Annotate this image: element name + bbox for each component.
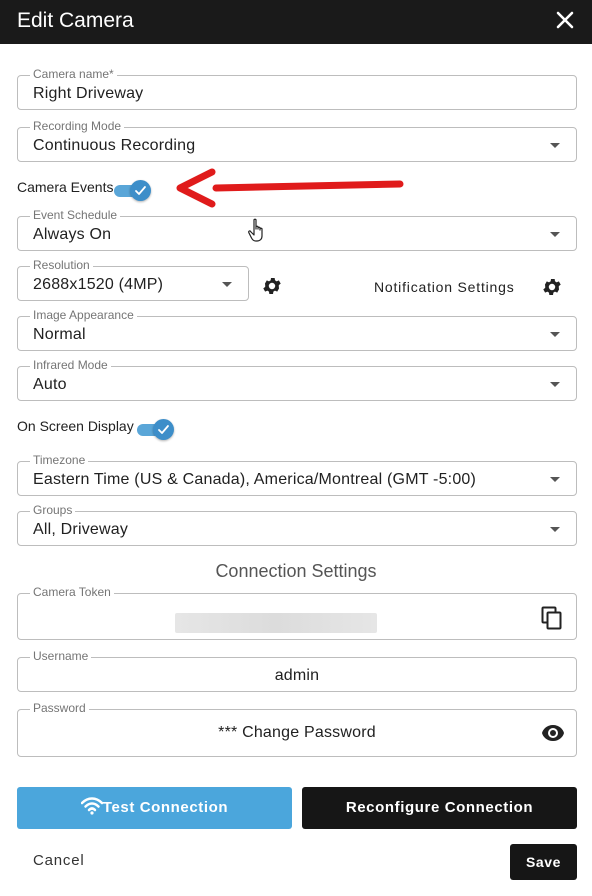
- username-field[interactable]: Username admin: [17, 649, 577, 692]
- event-schedule-label: Event Schedule: [30, 208, 121, 222]
- settings-gear-icon[interactable]: [261, 275, 283, 297]
- check-icon: [158, 425, 169, 434]
- camera-events-toggle[interactable]: [114, 179, 152, 201]
- camera-token-redacted: [175, 613, 377, 633]
- save-button[interactable]: Save: [510, 844, 577, 880]
- notification-settings-label: Notification Settings: [374, 279, 515, 295]
- cancel-button[interactable]: Cancel: [17, 850, 97, 872]
- dialog-title: Edit Camera: [17, 9, 134, 32]
- password-field[interactable]: Password *** Change Password: [17, 701, 577, 757]
- camera-name-value: Right Driveway: [33, 85, 144, 102]
- wifi-icon: [80, 797, 103, 815]
- groups-select[interactable]: Groups All, Driveway: [17, 503, 577, 546]
- image-appearance-label: Image Appearance: [30, 308, 137, 322]
- infrared-mode-value: Auto: [33, 376, 67, 393]
- infrared-mode-label: Infrared Mode: [30, 358, 111, 372]
- copy-icon[interactable]: [541, 606, 563, 630]
- dropdown-caret-icon: [550, 527, 560, 532]
- infrared-mode-select[interactable]: Infrared Mode Auto: [17, 358, 577, 401]
- resolution-value: 2688x1520 (4MP): [33, 276, 164, 293]
- event-schedule-value: Always On: [33, 226, 112, 243]
- camera-token-label: Camera Token: [30, 585, 114, 599]
- dropdown-caret-icon: [550, 332, 560, 337]
- reconfigure-connection-button[interactable]: Reconfigure Connection: [302, 787, 577, 829]
- groups-value: All, Driveway: [33, 521, 129, 538]
- username-value: admin: [274, 667, 320, 684]
- dialog-titlebar: Edit Camera: [0, 0, 592, 44]
- resolution-label: Resolution: [30, 258, 93, 272]
- close-icon[interactable]: [553, 8, 577, 32]
- eye-icon[interactable]: [541, 724, 565, 742]
- timezone-label: Timezone: [30, 453, 89, 467]
- hand-pointer-icon: [248, 218, 263, 242]
- recording-mode-select[interactable]: Recording Mode Continuous Recording: [17, 119, 577, 162]
- password-value: *** Change Password: [218, 724, 376, 741]
- image-appearance-value: Normal: [33, 326, 86, 343]
- dropdown-caret-icon: [550, 477, 560, 482]
- on-screen-display-label: On Screen Display: [17, 418, 134, 434]
- password-label: Password: [30, 701, 89, 715]
- test-connection-button[interactable]: Test Connection: [17, 787, 292, 829]
- on-screen-display-toggle[interactable]: [137, 418, 175, 440]
- recording-mode-value: Continuous Recording: [33, 137, 196, 154]
- dropdown-caret-icon: [222, 282, 232, 287]
- camera-token-field[interactable]: Camera Token: [17, 585, 577, 640]
- image-appearance-select[interactable]: Image Appearance Normal: [17, 308, 577, 351]
- event-schedule-select[interactable]: Event Schedule Always On: [17, 208, 577, 251]
- timezone-select[interactable]: Timezone Eastern Time (US & Canada), Ame…: [17, 453, 577, 496]
- timezone-value: Eastern Time (US & Canada), America/Mont…: [33, 471, 477, 488]
- username-label: Username: [30, 649, 92, 663]
- camera-events-label: Camera Events: [17, 179, 114, 195]
- connection-settings-heading: Connection Settings: [215, 561, 377, 581]
- settings-gear-icon[interactable]: [541, 276, 563, 298]
- check-icon: [135, 186, 146, 195]
- test-connection-label: Test Connection: [102, 799, 229, 816]
- camera-name-field[interactable]: Camera name* Right Driveway: [17, 67, 577, 110]
- toggle-knob: [130, 180, 151, 201]
- camera-name-label: Camera name*: [30, 67, 117, 81]
- toggle-knob: [153, 419, 174, 440]
- dropdown-caret-icon: [550, 382, 560, 387]
- recording-mode-label: Recording Mode: [30, 119, 125, 133]
- dropdown-caret-icon: [550, 143, 560, 148]
- groups-label: Groups: [30, 503, 76, 517]
- resolution-select[interactable]: Resolution 2688x1520 (4MP): [17, 258, 249, 301]
- red-arrow-annotation: [176, 168, 404, 208]
- dropdown-caret-icon: [550, 232, 560, 237]
